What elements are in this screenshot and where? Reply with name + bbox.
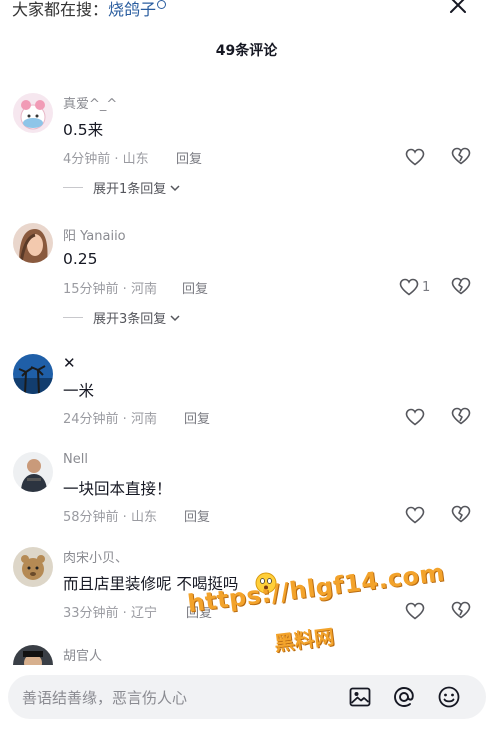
heart-icon: [399, 278, 419, 296]
top-bar: 大家都在搜：烧鸽子: [0, 0, 493, 24]
avatar[interactable]: [13, 354, 53, 394]
heart-icon: [405, 506, 425, 524]
avatar[interactable]: [13, 645, 53, 665]
dislike-button[interactable]: [451, 407, 473, 427]
like-button[interactable]: [405, 505, 427, 525]
comment-text: 而且店里装修呢 不喝挺吗: [63, 575, 239, 593]
emoji-icon: [255, 572, 277, 594]
avatar[interactable]: [13, 452, 53, 492]
comment-input-bar[interactable]: 善语结善缘，恶言伤人心: [8, 675, 486, 719]
comment-count-title: 49条评论: [215, 43, 278, 59]
expand-replies-label: 展开1条回复: [93, 182, 167, 197]
heart-icon: [405, 408, 425, 426]
dislike-button[interactable]: [451, 601, 473, 621]
at-icon[interactable]: [392, 685, 416, 709]
divider: [63, 317, 83, 318]
dislike-icon: [451, 601, 471, 619]
search-suggestion[interactable]: 大家都在搜：烧鸽子: [12, 0, 167, 20]
comment-meta: 15分钟前 · 河南: [63, 282, 157, 297]
comment-meta: 58分钟前 · 山东: [63, 510, 157, 525]
chevron-down-icon: [170, 314, 180, 321]
comment-author[interactable]: ✕: [63, 354, 76, 372]
comment-text: 0.25: [63, 250, 98, 268]
expand-replies-label: 展开3条回复: [93, 312, 167, 327]
comment-meta: 33分钟前 · 辽宁: [63, 606, 157, 621]
comment-input[interactable]: 善语结善缘，恶言伤人心: [22, 687, 187, 708]
dislike-button[interactable]: [451, 505, 473, 525]
reply-button[interactable]: 回复: [182, 278, 208, 297]
emoji-icon[interactable]: [437, 685, 461, 709]
like-button[interactable]: [405, 601, 427, 621]
divider: [63, 187, 83, 188]
comment-item: 胡官人: [0, 643, 493, 665]
avatar[interactable]: [13, 93, 53, 133]
image-icon[interactable]: [348, 685, 372, 709]
comment-meta: 24分钟前 · 河南: [63, 412, 157, 427]
like-count: 1: [422, 279, 431, 295]
comment-author[interactable]: 胡官人: [63, 645, 102, 664]
dislike-icon: [451, 505, 471, 523]
reply-button[interactable]: 回复: [184, 408, 210, 427]
comment-author[interactable]: 肉宋小贝、: [63, 547, 128, 566]
comment-author[interactable]: 真爱^_^: [63, 93, 117, 112]
search-keyword[interactable]: 烧鸽子: [108, 0, 156, 19]
avatar[interactable]: [13, 223, 53, 263]
dislike-button[interactable]: [451, 277, 473, 297]
close-icon[interactable]: [447, 0, 469, 16]
comment-text: 0.5来: [63, 121, 104, 139]
reply-button[interactable]: 回复: [186, 602, 212, 621]
chevron-down-icon: [170, 184, 180, 191]
like-button[interactable]: [405, 147, 427, 167]
dislike-icon: [451, 407, 471, 425]
expand-replies-button[interactable]: 展开3条回复: [63, 308, 180, 327]
reply-button[interactable]: 回复: [176, 148, 202, 167]
expand-replies-button[interactable]: 展开1条回复: [63, 178, 180, 197]
comment-author[interactable]: Nell: [63, 452, 88, 467]
heart-icon: [405, 602, 425, 620]
heart-icon: [405, 148, 425, 166]
reply-button[interactable]: 回复: [184, 506, 210, 525]
comment-meta: 4分钟前 · 山东: [63, 152, 149, 167]
comment-text: 一米: [63, 382, 95, 400]
comment-text: 一块回本直接！: [63, 480, 172, 498]
search-icon: [157, 0, 167, 9]
dislike-icon: [451, 147, 471, 165]
dislike-icon: [451, 277, 471, 295]
dislike-button[interactable]: [451, 147, 473, 167]
like-button[interactable]: 1: [399, 277, 433, 297]
avatar[interactable]: [13, 547, 53, 587]
search-prefix: 大家都在搜：: [12, 0, 109, 19]
comment-author[interactable]: 阳 Yanaiio: [63, 225, 126, 244]
like-button[interactable]: [405, 407, 427, 427]
